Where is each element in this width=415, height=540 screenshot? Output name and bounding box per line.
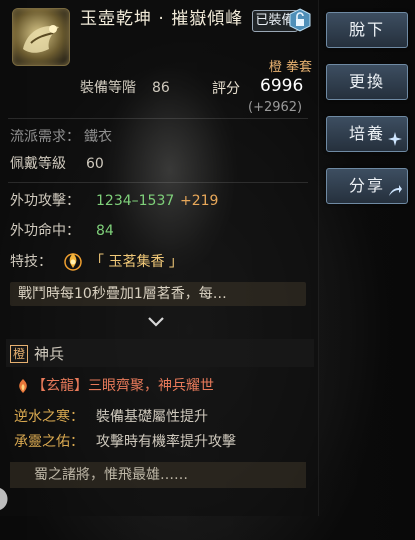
- score-label: 評分: [212, 81, 240, 97]
- score-value: 6996: [260, 76, 304, 96]
- divider: [8, 182, 308, 183]
- flame-skill-icon[interactable]: [62, 250, 84, 272]
- effect1-text: 裝備基礎屬性提升: [96, 409, 208, 425]
- replace-button[interactable]: 更換: [326, 64, 408, 100]
- attack-value: 1234–1537: [96, 193, 175, 209]
- unequip-button[interactable]: 脫下: [326, 12, 408, 48]
- attack-bonus: +219: [180, 193, 219, 209]
- cultivate-label: 培養: [348, 124, 385, 143]
- quality-type-tag: 橙 拳套: [268, 60, 312, 75]
- flame-icon: [16, 378, 30, 394]
- skill-label: 特技：: [10, 254, 52, 270]
- divine-weapon-title: 神兵: [34, 345, 65, 363]
- skill-name[interactable]: 「 玉茗集香 」: [90, 253, 183, 271]
- quality-badge: 橙: [10, 345, 28, 363]
- share-icon: [387, 177, 403, 196]
- share-label: 分享: [348, 176, 385, 195]
- chevron-down-icon[interactable]: [146, 314, 166, 328]
- school-requirement-label: 流派需求：: [10, 129, 80, 145]
- attack-label: 外功攻擊：: [10, 193, 80, 209]
- score-delta: (+2962): [248, 100, 303, 115]
- sparkle-icon: [387, 125, 403, 146]
- skill-description: 戰鬥時每10秒疊加1層茗香，每…: [18, 286, 227, 302]
- wear-level-value: 60: [86, 156, 104, 172]
- item-name: 玉壺乾坤 · 摧嶽傾峰: [80, 9, 244, 29]
- cultivate-button[interactable]: 培養: [326, 116, 408, 152]
- effect1-label: 逆水之寒：: [14, 409, 84, 425]
- effect2-text: 攻擊時有機率提升攻擊: [96, 434, 236, 450]
- wear-level-label: 佩戴等級: [10, 156, 66, 172]
- school-requirement-value: 鐵衣: [84, 129, 112, 145]
- equip-level-value: 86: [152, 80, 170, 96]
- equip-level-label: 裝備等階: [80, 80, 136, 96]
- side-handle-icon[interactable]: [0, 488, 14, 510]
- dragon-effect: 【玄龍】三眼齊聚，神兵耀世: [32, 378, 214, 394]
- effect2-label: 承靈之佑：: [14, 434, 84, 450]
- divider: [8, 118, 308, 119]
- lock-icon[interactable]: [288, 8, 312, 32]
- share-button[interactable]: 分享: [326, 168, 408, 204]
- hit-value: 84: [96, 223, 114, 239]
- hit-label: 外功命中：: [10, 223, 80, 239]
- gauntlet-item-icon[interactable]: [12, 8, 70, 66]
- item-detail-panel: 玉壺乾坤 · 摧嶽傾峰 已裝備 橙 拳套 裝備等階 86 評分 6996 (+2…: [0, 0, 319, 516]
- flavor-text: 蜀之諸將，惟飛最雄……: [34, 467, 188, 483]
